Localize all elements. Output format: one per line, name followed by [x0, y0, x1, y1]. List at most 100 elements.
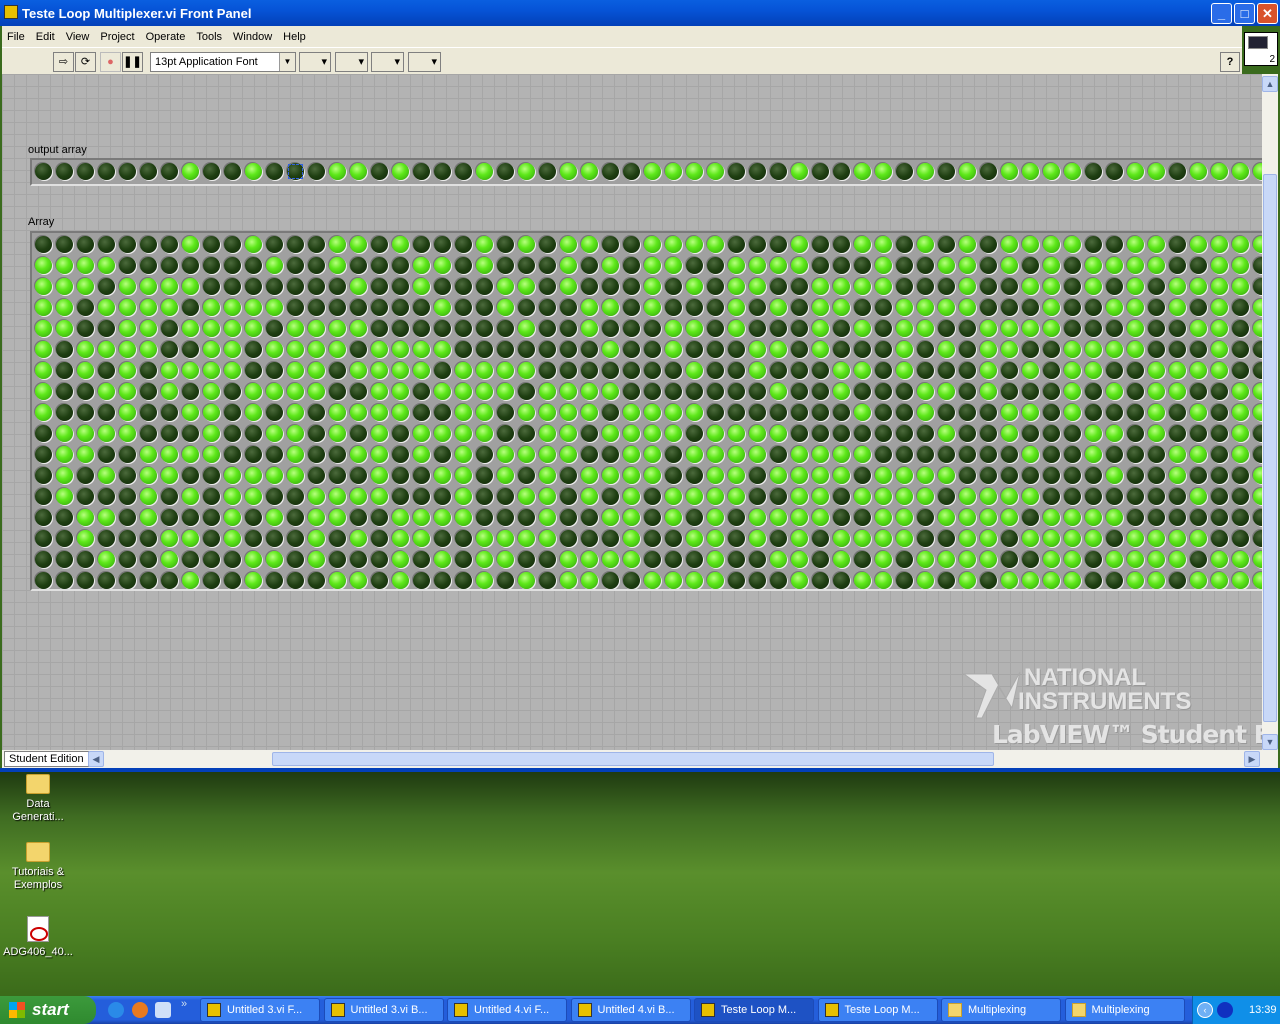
array-led[interactable]	[980, 509, 997, 526]
array-led[interactable]	[434, 572, 451, 589]
array-led[interactable]	[707, 383, 724, 400]
array-led[interactable]	[350, 257, 367, 274]
array-led[interactable]	[686, 446, 703, 463]
array-led[interactable]	[35, 383, 52, 400]
array-led[interactable]	[1085, 446, 1102, 463]
array-led[interactable]	[749, 383, 766, 400]
array-led[interactable]	[245, 362, 262, 379]
array-led[interactable]	[413, 299, 430, 316]
array-led[interactable]	[56, 488, 73, 505]
array-led[interactable]	[686, 488, 703, 505]
output-led[interactable]	[1001, 163, 1018, 180]
array-led[interactable]	[413, 530, 430, 547]
array-led[interactable]	[413, 341, 430, 358]
output-led[interactable]	[560, 163, 577, 180]
array-led[interactable]	[812, 257, 829, 274]
array-led[interactable]	[1190, 509, 1207, 526]
array-led[interactable]	[1211, 530, 1228, 547]
array-led[interactable]	[476, 320, 493, 337]
array-led[interactable]	[770, 446, 787, 463]
array-led[interactable]	[497, 362, 514, 379]
array-led[interactable]	[98, 446, 115, 463]
array-led[interactable]	[896, 572, 913, 589]
array-led[interactable]	[434, 320, 451, 337]
array-led[interactable]	[119, 341, 136, 358]
array-led[interactable]	[1106, 572, 1123, 589]
output-led[interactable]	[791, 163, 808, 180]
array-led[interactable]	[728, 383, 745, 400]
array-led[interactable]	[182, 341, 199, 358]
array-led[interactable]	[203, 572, 220, 589]
array-led[interactable]	[329, 488, 346, 505]
array-led[interactable]	[119, 467, 136, 484]
array-led[interactable]	[539, 488, 556, 505]
array-led[interactable]	[560, 278, 577, 295]
array-led[interactable]	[119, 320, 136, 337]
array-led[interactable]	[1043, 404, 1060, 421]
array-led[interactable]	[203, 467, 220, 484]
array-led[interactable]	[182, 572, 199, 589]
output-led[interactable]	[1253, 163, 1262, 180]
array-led[interactable]	[434, 404, 451, 421]
array-led[interactable]	[1211, 383, 1228, 400]
array-led[interactable]	[749, 425, 766, 442]
output-led[interactable]	[497, 163, 514, 180]
array-led[interactable]	[1211, 572, 1228, 589]
array-led[interactable]	[56, 299, 73, 316]
array-led[interactable]	[896, 509, 913, 526]
array-led[interactable]	[266, 320, 283, 337]
array-led[interactable]	[434, 467, 451, 484]
array-led[interactable]	[1043, 467, 1060, 484]
array-led[interactable]	[1232, 551, 1249, 568]
array-led[interactable]	[707, 404, 724, 421]
array-led[interactable]	[938, 257, 955, 274]
array-led[interactable]	[497, 530, 514, 547]
output-led[interactable]	[896, 163, 913, 180]
array-led[interactable]	[287, 236, 304, 253]
font-selector[interactable]: 13pt Application Font ▼	[150, 52, 296, 72]
array-led[interactable]	[140, 404, 157, 421]
array-led[interactable]	[98, 257, 115, 274]
array-led[interactable]	[119, 488, 136, 505]
output-led[interactable]	[56, 163, 73, 180]
array-led[interactable]	[938, 341, 955, 358]
array-led[interactable]	[1211, 404, 1228, 421]
array-led[interactable]	[518, 551, 535, 568]
array-led[interactable]	[560, 299, 577, 316]
array-led[interactable]	[161, 530, 178, 547]
array-led[interactable]	[161, 257, 178, 274]
array-led[interactable]	[98, 278, 115, 295]
array-led[interactable]	[707, 320, 724, 337]
horizontal-scroll-thumb[interactable]	[272, 752, 994, 766]
array-led[interactable]	[1022, 467, 1039, 484]
array-led[interactable]	[413, 509, 430, 526]
array-led[interactable]	[812, 488, 829, 505]
array-led[interactable]	[245, 425, 262, 442]
array-led[interactable]	[980, 572, 997, 589]
array-led[interactable]	[1022, 341, 1039, 358]
array-led[interactable]	[665, 383, 682, 400]
array-led[interactable]	[266, 299, 283, 316]
array-led[interactable]	[518, 362, 535, 379]
array-led[interactable]	[770, 530, 787, 547]
array-led[interactable]	[1190, 236, 1207, 253]
vertical-scroll-thumb[interactable]	[1263, 174, 1277, 722]
array-led[interactable]	[707, 488, 724, 505]
array-led[interactable]	[518, 404, 535, 421]
array-led[interactable]	[371, 320, 388, 337]
array-led[interactable]	[1127, 467, 1144, 484]
array-led[interactable]	[455, 530, 472, 547]
array-led[interactable]	[266, 362, 283, 379]
array-led[interactable]	[35, 299, 52, 316]
array-control[interactable]	[30, 231, 1262, 591]
array-led[interactable]	[707, 467, 724, 484]
array-led[interactable]	[497, 383, 514, 400]
array-led[interactable]	[791, 446, 808, 463]
array-led[interactable]	[1211, 551, 1228, 568]
array-led[interactable]	[1148, 446, 1165, 463]
array-led[interactable]	[980, 236, 997, 253]
array-led[interactable]	[1001, 320, 1018, 337]
output-array[interactable]	[30, 158, 1262, 186]
array-led[interactable]	[476, 551, 493, 568]
array-led[interactable]	[455, 341, 472, 358]
